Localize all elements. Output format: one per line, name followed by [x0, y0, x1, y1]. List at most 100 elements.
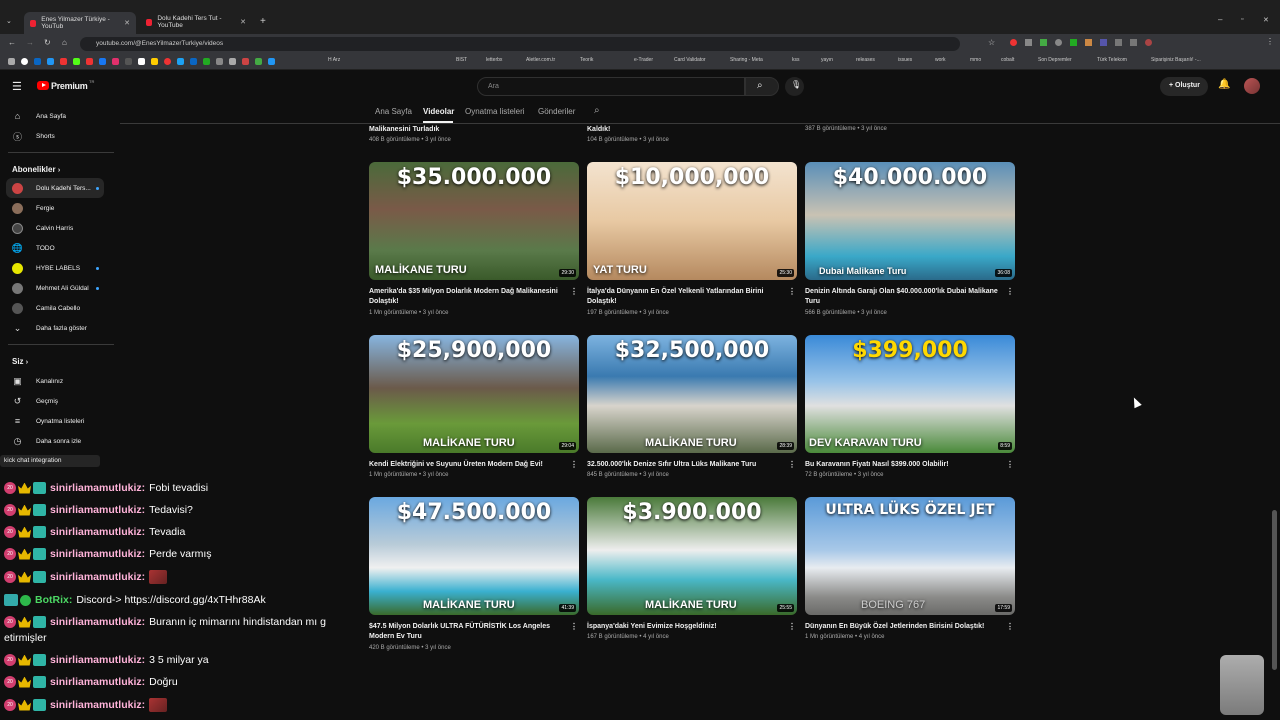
- bookmark-item[interactable]: Sharing - Meta: [730, 57, 763, 63]
- sidebar-subscription[interactable]: Fergie: [0, 198, 112, 218]
- bookmark-item[interactable]: H Arz: [328, 57, 340, 63]
- bookmark-item[interactable]: work: [935, 57, 946, 63]
- browser-tab[interactable]: Dolu Kadehi Ters Tut - YouTube ✕: [140, 13, 252, 31]
- video-thumbnail[interactable]: $32,500,000 MALİKANE TURU 28:39: [587, 335, 797, 453]
- bookmark-item[interactable]: Aletler.com.tr: [526, 57, 555, 63]
- bookmark-item[interactable]: kss: [792, 57, 800, 63]
- bookmark-star-icon[interactable]: ☆: [988, 38, 995, 47]
- bookmark-item[interactable]: releases: [856, 57, 875, 63]
- bookmark-item[interactable]: Son Depremler: [1038, 57, 1072, 63]
- moderator-badge-icon: 20: [4, 699, 16, 711]
- bookmark-item[interactable]: Siparişiniz Başarılı! -...: [1151, 57, 1201, 63]
- tab-videos[interactable]: Videolar: [423, 107, 454, 116]
- you-heading[interactable]: Siz ›: [12, 357, 28, 366]
- video-menu-icon[interactable]: ⋮: [1006, 622, 1014, 631]
- video-menu-icon[interactable]: ⋮: [1006, 287, 1014, 296]
- maximize-icon[interactable]: ▫: [1241, 16, 1243, 23]
- video-title[interactable]: Bu Karavanın Fiyatı Nasıl $399.000 Olabi…: [805, 460, 1001, 470]
- video-thumbnail[interactable]: $3.900.000 MALİKANE TURU 25:55: [587, 497, 797, 615]
- video-title[interactable]: İtalya'da Dünyanın En Özel Yelkenli Yatl…: [587, 287, 783, 307]
- home-browser-icon[interactable]: ⌂: [62, 38, 67, 47]
- show-more-button[interactable]: ⌄ Daha fazla göster: [0, 318, 112, 338]
- video-menu-icon[interactable]: ⋮: [570, 460, 578, 469]
- bookmark-item[interactable]: issues: [898, 57, 912, 63]
- video-title[interactable]: Dünyanın En Büyük Özel Jetlerinden Biris…: [805, 622, 1001, 632]
- tab-home[interactable]: Ana Sayfa: [375, 107, 412, 116]
- page-scrollbar[interactable]: [1272, 510, 1277, 670]
- new-tab-icon[interactable]: +: [260, 16, 266, 27]
- search-button[interactable]: ⌕: [745, 77, 779, 96]
- video-menu-icon[interactable]: ⋮: [788, 287, 796, 296]
- url-field[interactable]: youtube.com/@EnesYilmazerTurkiye/videos: [80, 37, 960, 51]
- extension-icons[interactable]: [1010, 39, 1210, 47]
- sidebar-subscription[interactable]: Calvin Harris: [0, 218, 112, 238]
- tab-search-icon[interactable]: ⌄: [6, 17, 12, 25]
- minimize-icon[interactable]: –: [1218, 15, 1222, 24]
- search-input[interactable]: Ara: [477, 77, 745, 96]
- bookmark-item[interactable]: BIST: [456, 57, 467, 63]
- bookmark-item[interactable]: mmo: [970, 57, 981, 63]
- browser-menu-icon[interactable]: ⋮: [1266, 37, 1274, 46]
- voice-search-button[interactable]: 🎙: [785, 77, 804, 96]
- bookmark-item[interactable]: yayın: [821, 57, 833, 63]
- bookmark-item[interactable]: Teorik: [580, 57, 593, 63]
- chat-text: Tedavisi?: [149, 504, 193, 516]
- sidebar-item-shorts[interactable]: ⓢ Shorts: [0, 126, 112, 146]
- sidebar-item-history[interactable]: ↺ Geçmiş: [0, 391, 112, 411]
- video-title[interactable]: 32.500.000'lık Denize Sıfır Ultra Lüks M…: [587, 460, 783, 470]
- video-title[interactable]: Amerika'da $35 Milyon Dolarlık Modern Da…: [369, 287, 565, 307]
- video-menu-icon[interactable]: ⋮: [570, 622, 578, 631]
- bookmark-favicons[interactable]: [8, 58, 275, 65]
- bookmark-item[interactable]: letterbx: [486, 57, 502, 63]
- bookmark-item[interactable]: Türk Telekom: [1097, 57, 1127, 63]
- video-title[interactable]: $47.5 Milyon Dolarlık ULTRA FÜTÜRİSTİK L…: [369, 622, 565, 642]
- sidebar-item-your-channel[interactable]: ▣ Kanalınız: [0, 371, 112, 391]
- video-thumbnail[interactable]: $47.500.000 MALİKANE TURU 41:39: [369, 497, 579, 615]
- sidebar-item-home[interactable]: ⌂ Ana Sayfa: [0, 106, 112, 126]
- reload-icon[interactable]: ↻: [44, 38, 51, 47]
- bookmark-item[interactable]: Card Validator: [674, 57, 706, 63]
- video-title[interactable]: Denizin Altında Garajı Olan $40.000.000'…: [805, 287, 1001, 307]
- subscriptions-heading[interactable]: Abonelikler ›: [12, 165, 60, 174]
- sidebar-subscription[interactable]: Dolu Kadehi Ters...: [6, 178, 104, 198]
- hamburger-menu-icon[interactable]: ☰: [12, 80, 22, 93]
- video-meta: 167 B görüntüleme • 4 yıl önce: [587, 634, 669, 640]
- sidebar-subscription[interactable]: Mehmet Ali Güldal: [0, 278, 112, 298]
- video-thumbnail[interactable]: $40.000.000 Dubai Malikane Turu 36:08: [805, 162, 1015, 280]
- sidebar-subscription[interactable]: Camila Cabello: [0, 298, 112, 318]
- video-title[interactable]: Kendi Elektriğini ve Suyunu Üreten Moder…: [369, 460, 565, 470]
- video-menu-icon[interactable]: ⋮: [788, 460, 796, 469]
- notifications-bell-icon[interactable]: 🔔: [1218, 79, 1230, 90]
- account-avatar[interactable]: [1244, 78, 1260, 94]
- video-menu-icon[interactable]: ⋮: [788, 622, 796, 631]
- video-thumbnail[interactable]: $25,900,000 MALİKANE TURU 29:04: [369, 335, 579, 453]
- forward-icon[interactable]: →: [26, 38, 34, 47]
- video-thumbnail[interactable]: $399,000 DEV KARAVAN TURU 8:59: [805, 335, 1015, 453]
- tab-posts[interactable]: Gönderiler: [538, 107, 575, 116]
- tab-playlists[interactable]: Oynatma listeleri: [465, 107, 525, 116]
- video-title[interactable]: İspanya'daki Yeni Evimize Hoşgeldiniz!: [587, 622, 783, 632]
- bookmark-item[interactable]: cobalt: [1001, 57, 1014, 63]
- channel-search-icon[interactable]: ⌕: [594, 105, 600, 116]
- close-tab-icon[interactable]: ✕: [124, 19, 130, 27]
- video-thumbnail[interactable]: $35.000.000 MALİKANE TURU 29:30: [369, 162, 579, 280]
- video-menu-icon[interactable]: ⋮: [1006, 460, 1014, 469]
- chat-username: sinirliamamutlukiz:: [50, 699, 146, 711]
- sidebar-subscription[interactable]: HYBE LABELS: [0, 258, 112, 278]
- back-icon[interactable]: ←: [8, 38, 16, 47]
- close-tab-icon[interactable]: ✕: [240, 18, 246, 26]
- bookmark-item[interactable]: e-Trader: [634, 57, 653, 63]
- browser-tab-active[interactable]: Enes Yilmazer Türkiye - YouTub ✕: [24, 12, 136, 34]
- youtube-logo-icon[interactable]: [37, 81, 49, 90]
- close-window-icon[interactable]: ✕: [1263, 16, 1269, 24]
- video-thumbnail[interactable]: $10,000,000 YAT TURU 25:30: [587, 162, 797, 280]
- video-menu-icon[interactable]: ⋮: [570, 287, 578, 296]
- sidebar-item-playlists[interactable]: ≡ Oynatma listeleri: [0, 411, 112, 431]
- sidebar-subscription[interactable]: 🌐 TODO: [0, 238, 112, 258]
- video-title[interactable]: Malikanesini Turladık: [369, 125, 565, 135]
- video-thumbnail[interactable]: ULTRA LÜKS ÖZEL JET BOEING 767 17:59: [805, 497, 1015, 615]
- video-title[interactable]: Kaldık!: [587, 125, 783, 135]
- sidebar-item-watch-later[interactable]: ◷ Daha sonra izle: [0, 431, 112, 451]
- create-button[interactable]: + Oluştur: [1160, 77, 1208, 96]
- chat-username: sinirliamamutlukiz:: [50, 526, 146, 538]
